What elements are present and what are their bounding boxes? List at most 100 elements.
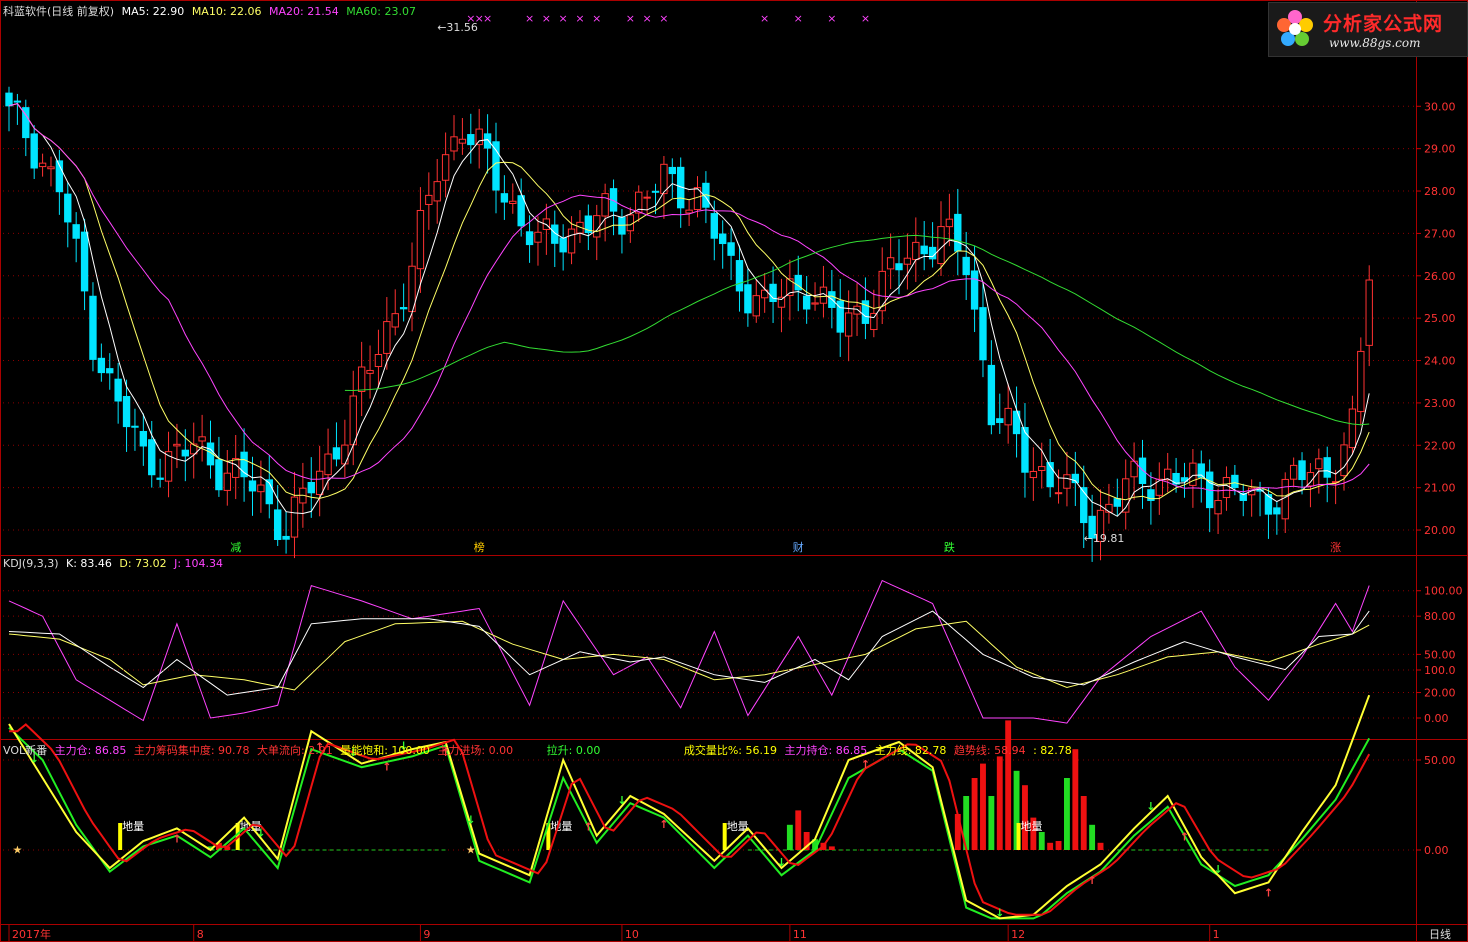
diliang-label: 地量: [550, 820, 572, 833]
candle-body: [450, 136, 458, 152]
candle-body: [1029, 470, 1038, 479]
ma20-line: [8, 103, 1370, 493]
vol-item: 主力线: 82.78: [874, 744, 947, 757]
vol-bar: [1038, 832, 1045, 850]
candle-body: [727, 242, 735, 256]
event-tag: 涨: [1330, 541, 1341, 554]
price-axis-label: 26.00: [1424, 270, 1456, 283]
candle-body: [895, 263, 903, 271]
candle-body: [173, 443, 181, 447]
price-axis-label: 21.00: [1424, 482, 1456, 495]
candle-body: [273, 509, 282, 540]
candle-body: [643, 196, 651, 199]
period-low-label: ←19.81: [1084, 532, 1125, 545]
candle-body: [38, 162, 47, 168]
vol-item: 成交量比%: 56.19: [683, 744, 777, 757]
ma20-value: MA20: 21.54: [269, 5, 339, 18]
candle-body: [441, 154, 450, 181]
candle-body: [1231, 474, 1239, 488]
vol-item: : 82.78: [1033, 744, 1072, 757]
candle-body: [458, 138, 467, 144]
candle-body: [47, 166, 55, 170]
candle-body: [996, 418, 1004, 423]
kdj-axis-label: 80.00: [1424, 610, 1456, 623]
candle-body: [1004, 407, 1012, 426]
ma60-value: MA60: 23.07: [346, 5, 416, 18]
vol-bar: [1097, 842, 1104, 850]
down-arrow-icon: ↓: [1213, 863, 1222, 876]
kdj-title: KDJ(9,3,3): [3, 557, 59, 570]
candle-body: [970, 270, 979, 310]
candle-body: [148, 439, 156, 476]
candle-body: [1080, 487, 1088, 524]
top-marker-icon: ×: [827, 12, 836, 25]
vol-bar: [1047, 842, 1054, 850]
candle-body: [248, 480, 257, 492]
candle-body: [13, 100, 22, 103]
candle-body: [1323, 457, 1331, 478]
candle-body: [257, 484, 265, 493]
logo-url: www.88gs.com: [1329, 36, 1421, 50]
candle-body: [72, 224, 80, 239]
down-arrow-icon: ↓: [617, 794, 626, 807]
price-axis-label: 24.00: [1424, 355, 1456, 368]
vol-item: 趋势线: 58.94: [953, 744, 1026, 757]
candle-body: [139, 431, 148, 447]
candle-body: [467, 134, 475, 146]
candle-body: [752, 295, 760, 317]
candle-body: [80, 231, 89, 292]
candle-body: [735, 260, 744, 292]
candle-body: [1054, 492, 1063, 495]
candle-body: [307, 481, 315, 494]
candle-body: [483, 133, 492, 149]
candle-body: [1340, 444, 1348, 477]
candle-body: [718, 233, 727, 245]
candle-body: [324, 453, 332, 476]
vol-bar: [828, 846, 835, 850]
vol-bar: [1005, 720, 1012, 850]
vol-bar: [795, 810, 802, 850]
candle-body: [1298, 460, 1306, 481]
vol-main-line: [8, 694, 1371, 920]
candle-body: [1357, 350, 1365, 413]
candle-body: [1138, 457, 1147, 484]
candle-body: [181, 449, 190, 457]
runner-icon: ★: [12, 844, 22, 857]
candle-body: [374, 354, 383, 368]
top-marker-icon: ×: [483, 12, 492, 25]
vol-item: 大单流向: 2.91: [257, 744, 333, 757]
price-axis-label: 25.00: [1424, 312, 1456, 325]
candle-body: [215, 459, 223, 491]
candle-body: [601, 193, 609, 217]
top-marker-icon: ×: [760, 12, 769, 25]
candle-body: [928, 246, 937, 260]
candle-body: [517, 195, 525, 227]
top-marker-icon: ×: [575, 12, 584, 25]
vol-bar: [786, 824, 793, 850]
period-label: 日线: [1429, 927, 1451, 941]
candle-body: [383, 321, 391, 354]
date-axis-label: 8: [197, 928, 204, 941]
kdj-j-line: [8, 579, 1370, 724]
kdj-d-line: [8, 620, 1370, 691]
candle-body: [567, 228, 576, 254]
candle-body: [1348, 408, 1357, 449]
candle-body: [886, 257, 895, 270]
candle-body: [1038, 466, 1046, 471]
date-axis-label: 2017年: [12, 927, 51, 941]
top-marker-icon: ×: [861, 12, 870, 25]
ma10-line: [8, 103, 1370, 501]
vol-bar: [1055, 841, 1062, 850]
price-axis-label: 27.00: [1424, 227, 1456, 240]
vol-item: 主力筹码集中度: 90.78: [133, 744, 250, 757]
vol-bar: [996, 756, 1003, 850]
site-logo: 分析家公式网 www.88gs.com: [1268, 2, 1468, 57]
candle-body: [1222, 477, 1231, 499]
candle-body: [232, 458, 240, 478]
candle-body: [282, 535, 290, 540]
price-axis-label: 20.00: [1424, 524, 1456, 537]
vol-bar: [971, 778, 978, 850]
stock-chart: 30.00 29.00 28.00 27.00 26.00 25.00 24.00 23.00…: [0, 0, 1468, 942]
event-tag: 榜: [474, 540, 485, 554]
candle-body: [945, 218, 954, 228]
